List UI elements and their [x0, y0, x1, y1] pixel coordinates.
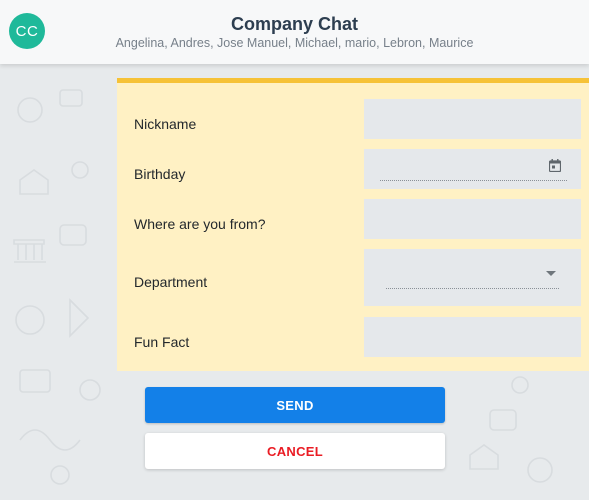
profile-form: Nickname Birthday Where are you from? De… — [117, 78, 589, 371]
origin-label: Where are you from? — [134, 216, 266, 232]
calendar-icon[interactable] — [549, 159, 561, 172]
form-row-fun-fact: Fun Fact — [117, 317, 589, 357]
chat-members: Angelina, Andres, Jose Manuel, Michael, … — [115, 36, 474, 50]
nickname-label: Nickname — [134, 116, 197, 132]
form-row-birthday: Birthday — [117, 149, 589, 189]
origin-input[interactable] — [364, 199, 581, 239]
chat-title: Company Chat — [230, 14, 358, 34]
form-row-origin: Where are you from? — [117, 199, 589, 239]
cancel-button[interactable]: CANCEL — [145, 433, 445, 469]
birthday-underline — [380, 180, 567, 181]
department-underline — [386, 288, 559, 289]
send-button[interactable]: SEND — [145, 387, 445, 423]
nickname-input[interactable] — [364, 99, 581, 139]
birthday-input[interactable] — [364, 149, 581, 189]
department-label: Department — [134, 274, 208, 290]
form-row-department: Department — [117, 249, 589, 306]
fun-fact-label: Fun Fact — [134, 334, 190, 350]
department-select[interactable] — [364, 249, 581, 306]
form-row-nickname: Nickname — [117, 99, 589, 139]
chevron-down-icon[interactable] — [546, 271, 556, 276]
fun-fact-input[interactable] — [364, 317, 581, 357]
birthday-label: Birthday — [134, 166, 186, 182]
chat-header: CC Company Chat Angelina, Andres, Jose M… — [0, 0, 589, 64]
